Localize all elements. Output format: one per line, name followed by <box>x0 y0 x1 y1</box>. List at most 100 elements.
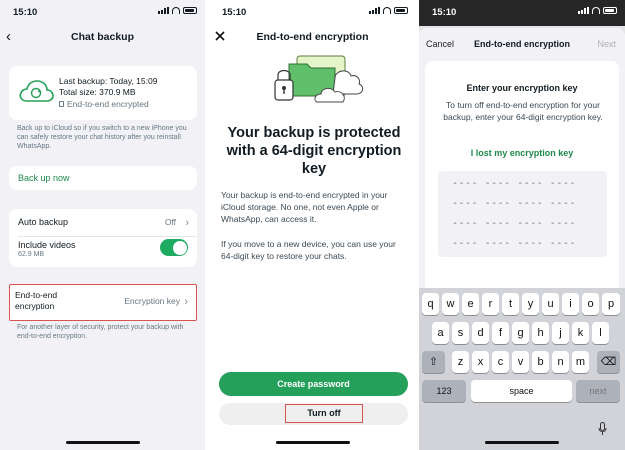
status-bar: 15:10 <box>0 0 205 22</box>
keyboard-row-1: q w e r t y u i o p <box>419 293 625 315</box>
last-backup-text: Last backup: Today, 15:09 <box>59 76 158 86</box>
key-c[interactable]: c <box>492 351 509 373</box>
key-k[interactable]: k <box>572 322 589 344</box>
enter-key-title: Enter your encryption key <box>466 83 578 93</box>
key-n[interactable]: n <box>552 351 569 373</box>
wifi-icon <box>592 7 600 14</box>
e2e-encryption-row[interactable]: End-to-end encryption Encryption key › <box>9 284 197 321</box>
keyboard-row-3: ⇧ z x c v b n m ⌫ <box>419 351 625 373</box>
key-e[interactable]: e <box>462 293 479 315</box>
key-r[interactable]: r <box>482 293 499 315</box>
status-icons <box>369 7 408 14</box>
key-j[interactable]: j <box>552 322 569 344</box>
battery-icon <box>394 7 408 14</box>
key-q[interactable]: q <box>422 293 439 315</box>
key-o[interactable]: o <box>582 293 599 315</box>
screenshot-stage: 15:10 ‹ Chat backup Last backup: Today, … <box>0 0 625 450</box>
lost-key-link[interactable]: I lost my encryption key <box>425 148 619 158</box>
page-title: Chat backup <box>70 31 134 43</box>
home-indicator <box>275 441 350 444</box>
status-time: 15:10 <box>432 7 457 18</box>
backup-now-row[interactable]: Back up now <box>9 166 197 190</box>
home-indicator <box>485 441 559 444</box>
shift-key[interactable]: ⇧ <box>422 351 445 373</box>
next-key[interactable]: next <box>576 380 620 402</box>
turn-off-button-container[interactable]: Turn off <box>219 403 408 425</box>
keyboard-row-4: 123 space next <box>419 380 625 402</box>
key-f[interactable]: f <box>492 322 509 344</box>
ios-keyboard: q w e r t y u i o p a s d f g h j k l ⇧ … <box>419 288 625 450</box>
backup-now-button[interactable]: Back up now <box>18 173 70 183</box>
signal-icon <box>158 7 169 14</box>
chevron-right-icon: › <box>185 217 189 229</box>
auto-backup-value: Off <box>164 217 176 227</box>
status-time: 15:10 <box>222 7 247 18</box>
microphone-icon[interactable] <box>598 422 607 436</box>
key-y[interactable]: y <box>522 293 539 315</box>
encrypted-label: End-to-end encrypted <box>67 99 149 109</box>
encrypted-status: End-to-end encrypted <box>59 99 149 109</box>
enter-key-screen: 15:10 Cancel End-to-end encryption Next … <box>419 0 625 450</box>
key-u[interactable]: u <box>542 293 559 315</box>
include-videos-toggle[interactable] <box>160 239 188 256</box>
status-icons <box>158 7 197 14</box>
key-w[interactable]: w <box>442 293 459 315</box>
auto-backup-label[interactable]: Auto backup <box>18 217 68 227</box>
battery-icon <box>603 7 617 14</box>
create-password-button[interactable]: Create password <box>219 372 408 396</box>
e2e-encryption-label: End-to-end encryption <box>15 290 58 311</box>
key-l[interactable]: l <box>592 322 609 344</box>
headline: Your backup is protected with a 64-digit… <box>226 125 402 177</box>
next-button[interactable]: Next <box>597 39 616 49</box>
key-m[interactable]: m <box>572 351 589 373</box>
total-size-text: Total size: 370.9 MB <box>59 87 136 97</box>
backup-settings-card: Auto backup Off › Include videos 62.9 MB <box>9 209 197 267</box>
divider <box>18 236 197 237</box>
numbers-key[interactable]: 123 <box>422 380 466 402</box>
status-time: 15:10 <box>13 7 38 18</box>
key-d[interactable]: d <box>472 322 489 344</box>
space-key[interactable]: space <box>471 380 572 402</box>
sheet-title: End-to-end encryption <box>474 39 570 49</box>
lock-icon <box>59 101 64 107</box>
backup-note: Back up to iCloud so if you switch to a … <box>17 125 187 150</box>
chevron-right-icon: › <box>184 296 188 308</box>
key-b[interactable]: b <box>532 351 549 373</box>
turn-off-button[interactable]: Turn off <box>285 404 363 423</box>
page-title: End-to-end encryption <box>256 31 369 43</box>
e2e-encryption-value: Encryption key <box>124 296 180 306</box>
key-t[interactable]: t <box>502 293 519 315</box>
battery-icon <box>183 7 197 14</box>
key-s[interactable]: s <box>452 322 469 344</box>
description-paragraph-1: Your backup is end-to-end encrypted in y… <box>221 190 388 224</box>
wifi-icon <box>383 7 391 14</box>
backup-info-card: Last backup: Today, 15:09 Total size: 37… <box>9 66 197 120</box>
signal-icon <box>369 7 380 14</box>
key-input-row: ---- ---- ---- ---- <box>452 238 576 249</box>
description-paragraph-2: If you move to a new device, you can use… <box>221 239 396 261</box>
encryption-key-input[interactable]: ---- ---- ---- ---- ---- ---- ---- ---- … <box>438 171 607 257</box>
e2e-info-screen: 15:10 End-to-end encryption Your backup … <box>209 0 416 450</box>
key-input-row: ---- ---- ---- ---- <box>452 218 576 229</box>
delete-key[interactable]: ⌫ <box>597 351 620 373</box>
status-bar: 15:10 <box>209 0 416 22</box>
key-p[interactable]: p <box>602 293 620 315</box>
nav-bar: End-to-end encryption <box>209 26 416 48</box>
key-z[interactable]: z <box>452 351 469 373</box>
enter-key-description: To turn off end-to-end encryption for yo… <box>443 100 603 122</box>
key-a[interactable]: a <box>432 322 449 344</box>
key-h[interactable]: h <box>532 322 549 344</box>
signal-icon <box>578 7 589 14</box>
wifi-icon <box>172 7 180 14</box>
key-i[interactable]: i <box>562 293 579 315</box>
chat-backup-screen: 15:10 ‹ Chat backup Last backup: Today, … <box>0 0 205 450</box>
toggle-knob <box>172 240 187 255</box>
cloud-sync-icon <box>19 80 54 102</box>
key-g[interactable]: g <box>512 322 529 344</box>
key-entry-card: Enter your encryption key To turn off en… <box>425 61 619 288</box>
sheet-nav-bar: Cancel End-to-end encryption Next <box>419 37 625 55</box>
key-x[interactable]: x <box>472 351 489 373</box>
key-v[interactable]: v <box>512 351 529 373</box>
e2e-note: For another layer of security, protect y… <box>17 324 184 340</box>
modal-sheet: Cancel End-to-end encryption Next Enter … <box>419 28 625 288</box>
